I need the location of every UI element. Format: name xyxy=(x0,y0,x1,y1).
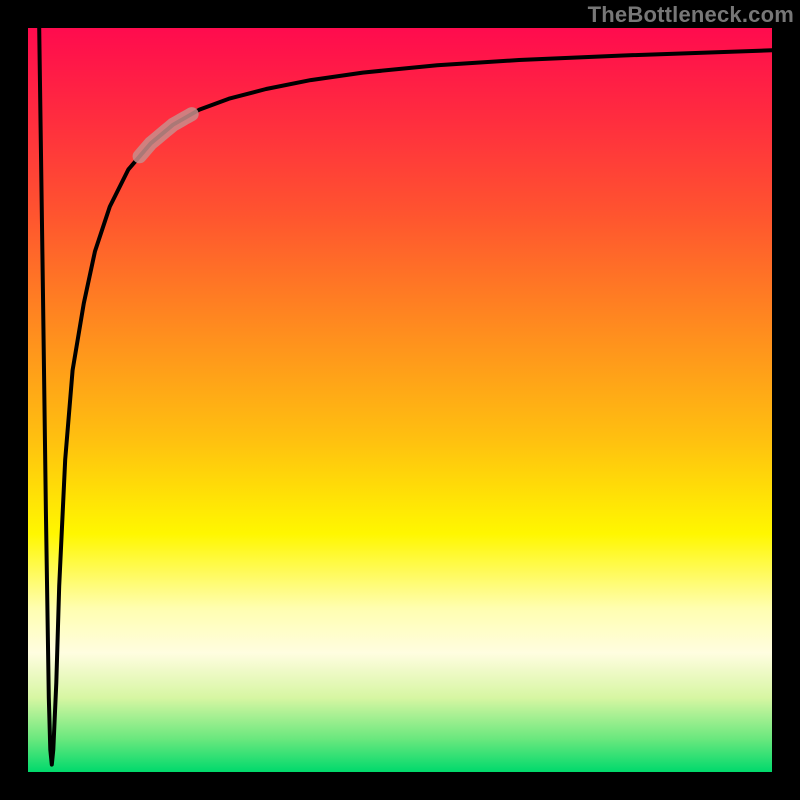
chart-frame: { "watermark": "TheBottleneck.com", "col… xyxy=(0,0,800,800)
plot-area xyxy=(28,28,772,772)
bottleneck-chart xyxy=(0,0,800,800)
watermark-text: TheBottleneck.com xyxy=(588,2,794,28)
